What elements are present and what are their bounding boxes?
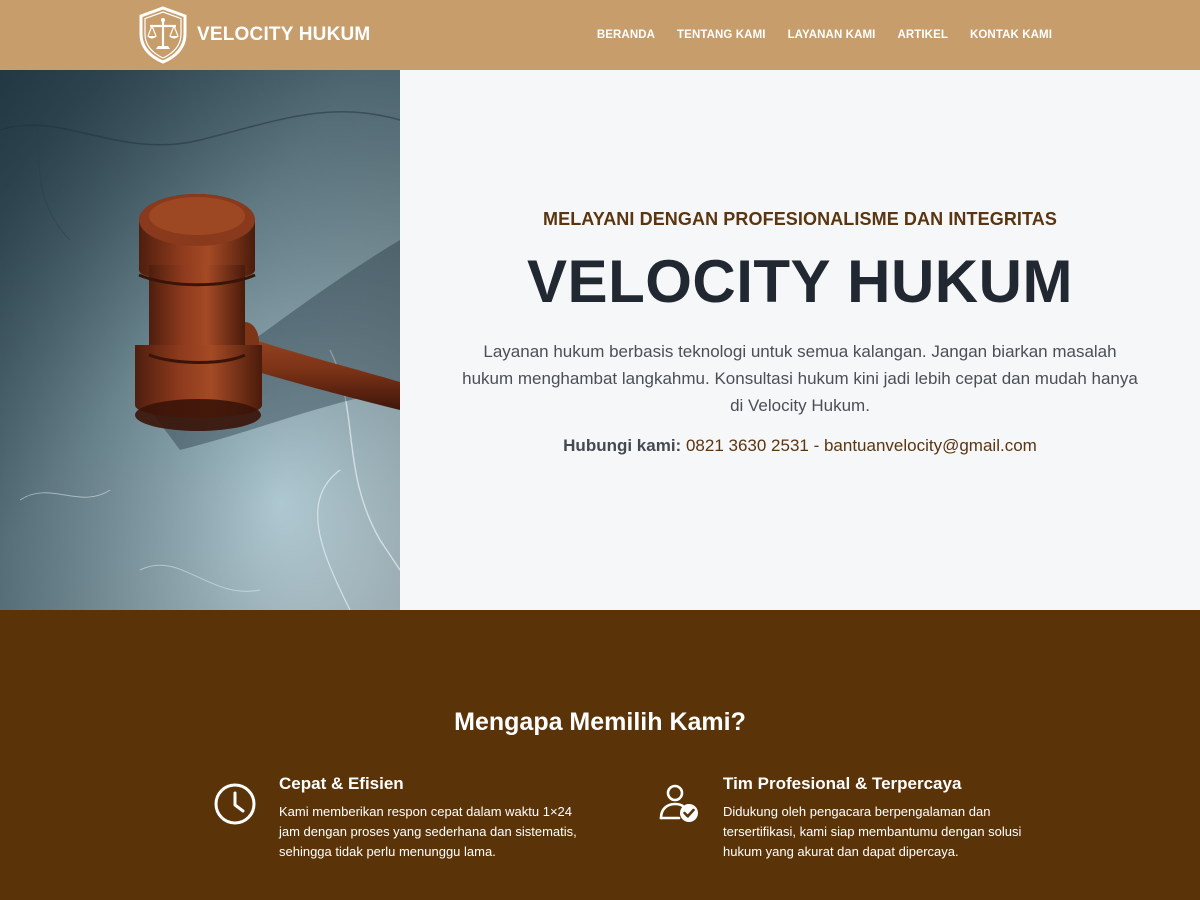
scales-of-justice-shield-icon bbox=[139, 6, 187, 64]
hero-description: Layanan hukum berbasis teknologi untuk s… bbox=[462, 342, 1138, 415]
feature-text: Kami memberikan respon cepat dalam waktu… bbox=[279, 804, 577, 859]
main-nav: BERANDA TENTANG KAMI LAYANAN KAMI ARTIKE… bbox=[597, 0, 1052, 70]
nav-item-tentang-kami[interactable]: TENTANG KAMI bbox=[677, 29, 766, 41]
user-check-icon bbox=[659, 784, 698, 822]
nav-item-beranda[interactable]: BERANDA bbox=[597, 29, 655, 41]
hero-tagline: MELAYANI DENGAN PROFESIONALISME DAN INTE… bbox=[543, 209, 1057, 229]
brand-name: VELOCITY HUKUM bbox=[197, 24, 371, 45]
brand-logo-link[interactable]: VELOCITY HUKUM bbox=[137, 6, 370, 64]
feature-title: Tim Profesional & Terpercaya bbox=[723, 774, 962, 793]
clock-icon bbox=[214, 783, 256, 825]
contact-line: Hubungi kami: 0821 3630 2531 - bantuanve… bbox=[400, 434, 1200, 458]
feature-fast-efficient: Cepat & Efisien Kami memberikan respon c… bbox=[213, 772, 589, 862]
why-section-title: Mengapa Memilih Kami? bbox=[454, 708, 746, 736]
feature-title: Cepat & Efisien bbox=[279, 774, 404, 793]
why-choose-us-section: Mengapa Memilih Kami? Cepat & Efisien Ka… bbox=[0, 610, 1200, 900]
feature-professional-team: Tim Profesional & Terpercaya Didukung ol… bbox=[657, 772, 1033, 862]
hero-gavel-image bbox=[0, 70, 400, 610]
nav-item-layanan-kami[interactable]: LAYANAN KAMI bbox=[788, 29, 876, 41]
contact-value[interactable]: 0821 3630 2531 - bantuanvelocity@gmail.c… bbox=[686, 436, 1037, 455]
nav-item-kontak-kami[interactable]: KONTAK KAMI bbox=[970, 29, 1052, 41]
contact-label: Hubungi kami: bbox=[563, 436, 682, 455]
nav-item-artikel[interactable]: ARTIKEL bbox=[897, 29, 948, 41]
hero-section: MELAYANI DENGAN PROFESIONALISME DAN INTE… bbox=[400, 70, 1200, 610]
site-header: VELOCITY HUKUM BERANDA TENTANG KAMI LAYA… bbox=[0, 0, 1200, 70]
hero-title: VELOCITY HUKUM bbox=[527, 248, 1073, 315]
feature-text: Didukung oleh pengacara berpengalaman da… bbox=[723, 804, 1022, 859]
